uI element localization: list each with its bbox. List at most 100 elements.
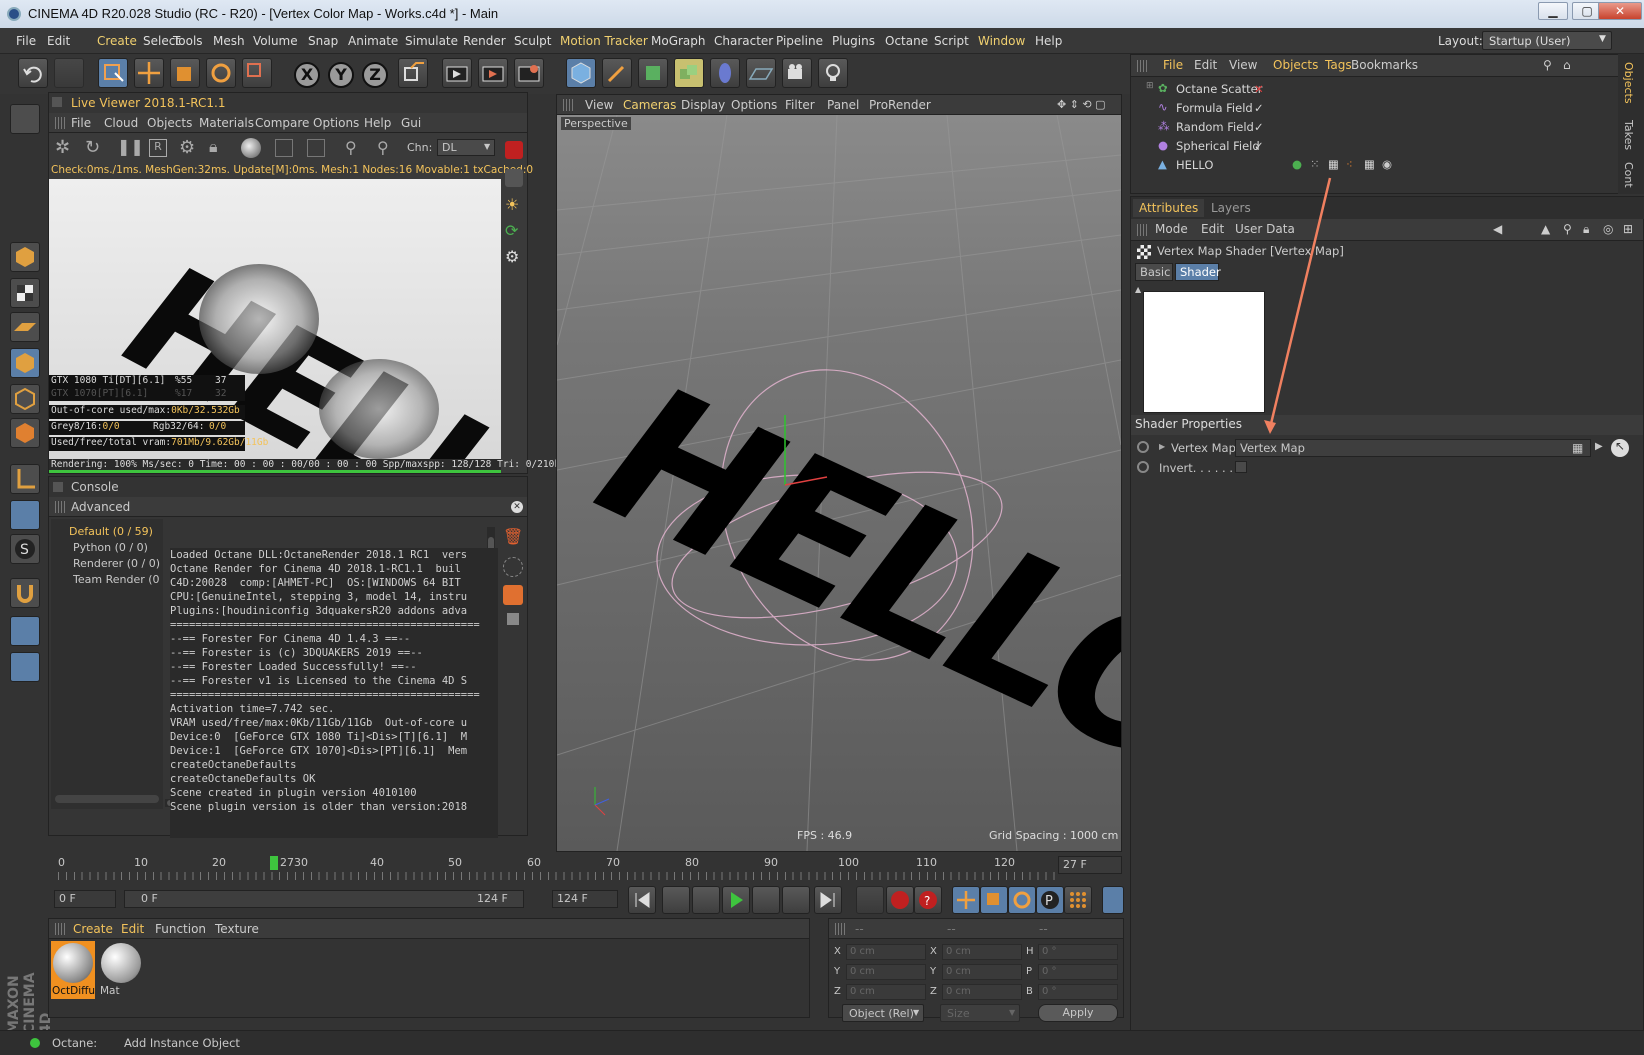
lv-menu-materials[interactable]: Materials: [199, 116, 254, 130]
subtab-shader[interactable]: Shader: [1175, 263, 1221, 281]
expand-arrow-icon[interactable]: ▶: [1159, 442, 1165, 451]
previous-key-icon[interactable]: [662, 886, 690, 914]
menu-edit[interactable]: Edit: [47, 34, 70, 48]
collapse-arrow-icon[interactable]: ▲: [1135, 285, 1141, 294]
tree-item-python[interactable]: Python (0 / 0): [73, 541, 148, 554]
up-arrow-icon[interactable]: ▲: [1541, 222, 1550, 236]
check-icon[interactable]: ✓: [1254, 120, 1264, 134]
attr-menu-edit[interactable]: Edit: [1201, 222, 1224, 236]
grip-icon[interactable]: [563, 99, 573, 111]
render-settings-icon[interactable]: [514, 58, 544, 88]
go-to-end-icon[interactable]: [814, 886, 842, 914]
filter-icon[interactable]: [503, 557, 523, 577]
object-row[interactable]: ⁂ Random Field ✓: [1142, 118, 1620, 137]
points-mode-icon[interactable]: [10, 348, 40, 378]
side-tab-takes[interactable]: Takes: [1622, 120, 1635, 150]
status-disabled-icon[interactable]: ✕: [1254, 82, 1264, 96]
lv-menu-cloud[interactable]: Cloud: [104, 116, 138, 130]
go-to-start-icon[interactable]: [628, 886, 656, 914]
rotation-b-field[interactable]: 0 °: [1038, 984, 1118, 1000]
tree-item-default[interactable]: Default (0 / 59): [69, 525, 153, 538]
check-icon[interactable]: ✓: [1254, 139, 1264, 153]
pen-icon[interactable]: [602, 58, 632, 88]
point-level-key-icon[interactable]: [1064, 886, 1092, 914]
timeline-ruler[interactable]: 0 10 20 2730 40 50 60 70 80 90 100 110 1…: [48, 854, 1124, 882]
sculpt-icon[interactable]: [10, 104, 40, 134]
object-row[interactable]: ∿ Formula Field ✓: [1142, 99, 1620, 118]
rotation-h-field[interactable]: 0 °: [1038, 944, 1118, 960]
scale-tool-icon[interactable]: [170, 58, 200, 88]
target-icon[interactable]: ◎: [1603, 222, 1613, 236]
texture-mode-icon[interactable]: [10, 278, 40, 308]
rotation-p-field[interactable]: 0 °: [1038, 964, 1118, 980]
material-sphere-icon[interactable]: [241, 138, 261, 158]
pick-object-icon[interactable]: ↖: [1611, 439, 1629, 457]
side-tab-objects[interactable]: Objects: [1622, 62, 1635, 104]
focus-pick-icon[interactable]: ⚲: [377, 138, 389, 157]
side-tab-content[interactable]: Cont: [1622, 162, 1635, 188]
check-icon[interactable]: ✓: [1254, 101, 1264, 115]
tree-item-team-render[interactable]: Team Render (0 / 0): [73, 573, 163, 586]
home-icon[interactable]: ⌂: [1563, 58, 1571, 72]
material-tag-icon[interactable]: ◉: [1382, 157, 1392, 171]
menu-pipeline[interactable]: Pipeline: [776, 34, 823, 48]
lv-menu-objects[interactable]: Objects: [147, 116, 192, 130]
vp-menu-filter[interactable]: Filter: [785, 98, 815, 112]
vertex-map-link-field[interactable]: Vertex Map ▦: [1235, 439, 1591, 457]
vp-menu-cameras[interactable]: Cameras: [623, 98, 676, 112]
frame-range-slider[interactable]: 0 F 124 F: [124, 890, 524, 908]
size-z-field[interactable]: 0 cm: [942, 984, 1022, 1000]
subtab-basic[interactable]: Basic: [1135, 263, 1173, 281]
grip-icon[interactable]: [55, 501, 65, 513]
octane-tag-icon[interactable]: ●: [1292, 157, 1302, 171]
render-view-icon[interactable]: [442, 58, 472, 88]
cube-icon[interactable]: [566, 58, 596, 88]
vp-menu-display[interactable]: Display: [681, 98, 725, 112]
search-icon[interactable]: ⚲: [1543, 58, 1552, 72]
grip-icon[interactable]: [1137, 224, 1147, 236]
next-key-icon[interactable]: [782, 886, 810, 914]
navigation-icons[interactable]: ✥ ⇕ ⟲ ▢: [1057, 98, 1106, 111]
settings-icon[interactable]: ✲: [55, 137, 70, 158]
live-select-icon[interactable]: [242, 58, 272, 88]
save-log-icon[interactable]: [507, 613, 519, 625]
sun-icon[interactable]: ☀: [505, 195, 519, 214]
move-tool-icon[interactable]: [134, 58, 164, 88]
rotation-key-icon[interactable]: [1008, 886, 1036, 914]
camera-icon[interactable]: [782, 58, 812, 88]
z-axis-lock[interactable]: Z: [362, 62, 388, 88]
size-x-field[interactable]: 0 cm: [942, 944, 1022, 960]
grip-icon[interactable]: [55, 117, 65, 129]
menu-mograph[interactable]: MoGraph: [651, 34, 706, 48]
region-render-icon[interactable]: R: [149, 139, 167, 157]
object-name[interactable]: HELLO: [1176, 158, 1213, 172]
size-y-field[interactable]: 0 cm: [942, 964, 1022, 980]
redo-icon[interactable]: [54, 58, 84, 88]
subdivision-icon[interactable]: [638, 58, 668, 88]
parameter-key-icon[interactable]: P: [1036, 886, 1064, 914]
object-name[interactable]: Spherical Field: [1176, 139, 1260, 153]
scale-key-icon[interactable]: [980, 886, 1008, 914]
search-icon[interactable]: ⚲: [1563, 222, 1572, 236]
console-output[interactable]: Loaded Octane DLL:OctaneRender 2018.1 RC…: [170, 548, 498, 838]
model-mode-icon[interactable]: [10, 242, 40, 272]
object-name[interactable]: Octane Scatter: [1176, 82, 1262, 96]
mat-menu-edit[interactable]: Edit: [121, 922, 144, 936]
arrow-right-icon[interactable]: ▶: [1595, 441, 1603, 452]
material-item[interactable]: OctDiffu: [51, 941, 95, 999]
invert-checkbox[interactable]: [1235, 461, 1247, 473]
subsampling-icon[interactable]: [307, 139, 325, 157]
workplane-snap-icon[interactable]: [10, 652, 40, 682]
menu-file[interactable]: File: [16, 34, 36, 48]
playhead[interactable]: [270, 856, 278, 870]
y-axis-lock[interactable]: Y: [328, 62, 354, 88]
material-item[interactable]: Mat: [99, 941, 143, 999]
current-frame-field[interactable]: 27 F: [1058, 856, 1122, 874]
menu-motion-tracker[interactable]: Motion Tracker: [560, 34, 648, 48]
viewport-canvas[interactable]: HELLO Perspective FPS : 46.9 Grid Spacin…: [557, 115, 1121, 851]
pin-icon[interactable]: ⚲: [345, 138, 357, 157]
tweak-icon[interactable]: [10, 500, 40, 530]
menu-simulate[interactable]: Simulate: [405, 34, 458, 48]
snap-icon[interactable]: S: [10, 534, 40, 564]
clay-mode-icon[interactable]: [275, 139, 293, 157]
